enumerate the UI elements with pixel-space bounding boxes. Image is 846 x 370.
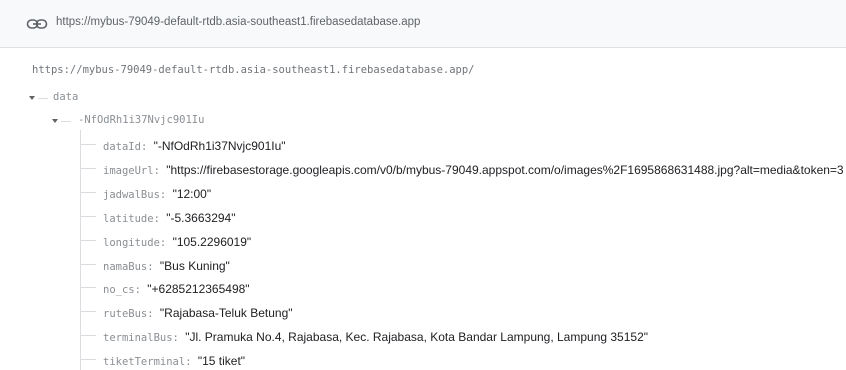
tree-connector xyxy=(80,263,96,265)
field-row[interactable]: ruteBus: "Rajabasa-Teluk Betung" xyxy=(103,304,293,322)
field-key: namaBus xyxy=(103,260,148,273)
field-row[interactable]: jadwalBus: "12:00" xyxy=(103,185,211,203)
field-row[interactable]: tiketTerminal: "15 tiket" xyxy=(103,352,245,370)
database-url-bar: https://mybus-79049-default-rtdb.asia-so… xyxy=(0,0,846,48)
field-value[interactable]: "105.2296019" xyxy=(173,235,252,249)
field-value[interactable]: "Rajabasa-Teluk Betung" xyxy=(160,306,293,320)
data-node-key[interactable]: data xyxy=(53,91,78,103)
root-url-node[interactable]: https://mybus-79049-default-rtdb.asia-so… xyxy=(32,64,475,76)
field-value[interactable]: "-5.3663294" xyxy=(166,211,235,225)
database-url-text: https://mybus-79049-default-rtdb.asia-so… xyxy=(56,16,421,28)
field-separator: : xyxy=(185,356,198,369)
field-separator: : xyxy=(159,236,173,249)
field-separator: : xyxy=(147,308,160,321)
link-icon[interactable] xyxy=(26,17,48,31)
field-row[interactable]: latitude: "-5.3663294" xyxy=(103,209,235,227)
field-row[interactable]: imageUrl: "https://firebasestorage.googl… xyxy=(103,161,844,179)
tree-connector xyxy=(80,311,96,313)
expand-caret-icon[interactable] xyxy=(52,119,58,123)
tree-connector xyxy=(80,191,96,193)
field-separator: : xyxy=(172,332,186,345)
tree-connector xyxy=(80,359,96,361)
record-node-key[interactable]: -NfOdRh1i37Nvjc901Iu xyxy=(78,114,204,126)
field-value[interactable]: "Bus Kuning" xyxy=(160,259,230,273)
field-row[interactable]: no_cs: "+6285212365498" xyxy=(103,280,250,298)
field-row[interactable]: terminalBus: "Jl. Pramuka No.4, Rajabasa… xyxy=(103,328,648,346)
field-key: longitude xyxy=(103,236,160,249)
tree-connector xyxy=(80,239,96,241)
field-separator: : xyxy=(153,164,167,177)
field-separator: : xyxy=(159,188,173,201)
tree-connector xyxy=(80,144,96,145)
field-value[interactable]: "-NfOdRh1i37Nvjc901Iu" xyxy=(154,139,286,153)
tree-connector xyxy=(80,167,96,169)
field-row[interactable]: dataId: "-NfOdRh1i37Nvjc901Iu" xyxy=(103,137,286,155)
tree-connector xyxy=(38,98,48,99)
field-row[interactable]: longitude: "105.2296019" xyxy=(103,233,251,251)
field-separator: : xyxy=(140,141,154,153)
field-separator: : xyxy=(134,284,148,297)
field-row[interactable]: namaBus: "Bus Kuning" xyxy=(103,257,230,275)
field-key: no_cs xyxy=(103,284,135,297)
field-separator: : xyxy=(147,260,160,273)
field-value[interactable]: "15 tiket" xyxy=(198,354,245,368)
tree-connector xyxy=(61,121,71,122)
field-key: jadwalBus xyxy=(103,188,160,201)
field-key: imageUrl xyxy=(103,164,154,177)
field-key: ruteBus xyxy=(103,308,148,321)
field-key: tiketTerminal xyxy=(103,356,186,369)
field-value[interactable]: "Jl. Pramuka No.4, Rajabasa, Kec. Rajaba… xyxy=(185,330,648,344)
field-value[interactable]: "+6285212365498" xyxy=(147,282,249,296)
tree-connector xyxy=(80,130,81,370)
tree-connector xyxy=(80,287,96,289)
field-key: latitude xyxy=(103,212,154,225)
field-key: terminalBus xyxy=(103,332,173,345)
field-value[interactable]: "https://firebasestorage.googleapis.com/… xyxy=(166,163,843,177)
expand-caret-icon[interactable] xyxy=(29,96,35,100)
field-value[interactable]: "12:00" xyxy=(173,187,212,201)
field-key: dataId xyxy=(103,141,141,153)
tree-connector xyxy=(80,215,96,217)
tree-connector xyxy=(80,335,96,337)
field-separator: : xyxy=(153,212,167,225)
